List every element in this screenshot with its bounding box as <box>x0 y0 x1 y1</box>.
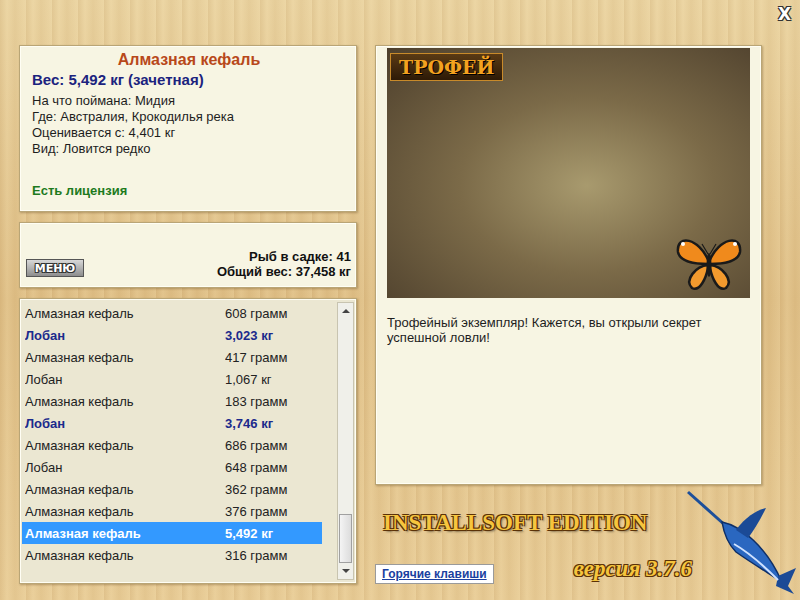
right-column: ТРОФЕЙ Трофейный экземпляр! Кажется, вы о… <box>375 45 762 600</box>
fish-name: Алмазная кефаль <box>25 394 225 409</box>
fish-weight-cell: 608 грамм <box>225 306 322 321</box>
scroll-thumb[interactable] <box>339 514 352 563</box>
catch-row[interactable]: Алмазная кефаль608 грамм <box>22 302 322 324</box>
catch-window: XАлмазная кефальВес: 5,492 кг (зачетная)… <box>0 0 800 600</box>
fish-name: Алмазная кефаль <box>25 482 225 497</box>
catch-row[interactable]: Алмазная кефаль417 грамм <box>22 346 322 368</box>
arrow-up-icon <box>342 309 350 313</box>
fish-name: Алмазная кефаль <box>25 350 225 365</box>
scrollbar[interactable] <box>337 302 354 580</box>
catch-row[interactable]: Алмазная кефаль362 грамм <box>22 478 322 500</box>
hotkeys-button[interactable]: Горячие клавиши <box>375 564 494 584</box>
fish-weight-cell: 1,067 кг <box>225 372 322 387</box>
catch-row[interactable]: Алмазная кефаль5,492 кг <box>22 522 322 544</box>
fish-weight-cell: 5,492 кг <box>225 526 322 541</box>
catch-row[interactable]: Алмазная кефаль376 грамм <box>22 500 322 522</box>
fish-weight-cell: 376 грамм <box>225 504 322 519</box>
fish-name: Лобан <box>25 416 225 431</box>
main-area: Алмазная кефальВес: 5,492 кг (зачетная)Н… <box>0 45 800 600</box>
photo-panel: ТРОФЕЙ Трофейный экземпляр! Кажется, вы о… <box>375 45 762 485</box>
fish-name: Лобан <box>25 372 225 387</box>
catch-row[interactable]: Лобан3,023 кг <box>22 324 322 346</box>
fish-weight-cell: 417 грамм <box>225 350 322 365</box>
left-column: Алмазная кефальВес: 5,492 кг (зачетная)Н… <box>19 45 357 600</box>
fish-title: Алмазная кефаль <box>32 50 346 70</box>
arrow-down-icon <box>342 569 350 573</box>
marlin-icon <box>686 486 798 596</box>
keepnet-stats: Рыб в садке: 41Общий вес: 37,458 кг <box>217 249 351 279</box>
butterfly-icon <box>674 232 744 294</box>
fish-weight-cell: 362 грамм <box>225 482 322 497</box>
fish-count: Рыб в садке: 41 <box>249 249 351 264</box>
fish-weight-cell: 183 грамм <box>225 394 322 409</box>
catch-description: Трофейный экземпляр! Кажется, вы открыли… <box>387 315 750 345</box>
logo-bottom: Горячие клавиши версия 3.7.6 <box>375 556 762 584</box>
fish-name: Алмазная кефаль <box>25 438 225 453</box>
scroll-down-button[interactable] <box>338 563 353 579</box>
fish-name: Алмазная кефаль <box>25 526 225 541</box>
fish-detail: Где: Австралия, Крокодилья река <box>32 109 346 125</box>
catch-row[interactable]: Алмазная кефаль183 грамм <box>22 390 322 412</box>
fish-name: Алмазная кефаль <box>25 306 225 321</box>
catch-row[interactable]: Лобан3,746 кг <box>22 412 322 434</box>
catch-row[interactable]: Лобан648 грамм <box>22 456 322 478</box>
fish-detail: Вид: Ловится редко <box>32 141 346 157</box>
fish-info-panel: Алмазная кефальВес: 5,492 кг (зачетная) Н… <box>19 45 357 212</box>
logo-title: INSTALLSOFT EDITION <box>375 510 762 536</box>
catch-list: Алмазная кефаль608 граммЛобан3,023 кгАлм… <box>19 298 357 584</box>
fish-name: Алмазная кефаль <box>25 504 225 519</box>
fish-weight-cell: 3,023 кг <box>225 328 322 343</box>
total-weight: Общий вес: 37,458 кг <box>217 264 351 279</box>
license-status: Есть лицензия <box>32 183 346 199</box>
catch-row[interactable]: Алмазная кефаль686 грамм <box>22 434 322 456</box>
fish-name: Лобан <box>25 460 225 475</box>
fish-name: Лобан <box>25 328 225 343</box>
scroll-track[interactable] <box>338 319 353 563</box>
fish-weight: Вес: 5,492 кг (зачетная) <box>32 70 346 90</box>
logo-area: INSTALLSOFT EDITION Горячие клавиши версия… <box>375 485 762 600</box>
scroll-up-button[interactable] <box>338 303 353 319</box>
fish-detail: Оценивается с: 4,401 кг <box>32 125 346 141</box>
fish-weight-cell: 3,746 кг <box>225 416 322 431</box>
fish-weight-cell: 686 грамм <box>225 438 322 453</box>
fish-weight-cell: 316 грамм <box>225 548 322 563</box>
fish-name: Алмазная кефаль <box>25 548 225 563</box>
fish-weight-cell: 648 грамм <box>225 460 322 475</box>
menu-button[interactable]: МЕНЮ <box>26 259 84 277</box>
top-bar: X <box>0 0 800 45</box>
catch-row[interactable]: Лобан1,067 кг <box>22 368 322 390</box>
fish-photo: ТРОФЕЙ <box>387 48 750 298</box>
version-label: версия 3.7.6 <box>574 556 692 582</box>
trophy-badge: ТРОФЕЙ <box>390 53 503 81</box>
fish-detail: На что поймана: Мидия <box>32 93 346 109</box>
close-button[interactable]: X <box>778 6 791 23</box>
catch-rows: Алмазная кефаль608 граммЛобан3,023 кгАлм… <box>22 302 322 580</box>
catch-row[interactable]: Алмазная кефаль316 грамм <box>22 544 322 566</box>
keepnet-panel: МЕНЮ Рыб в садке: 41Общий вес: 37,458 кг <box>19 222 357 288</box>
